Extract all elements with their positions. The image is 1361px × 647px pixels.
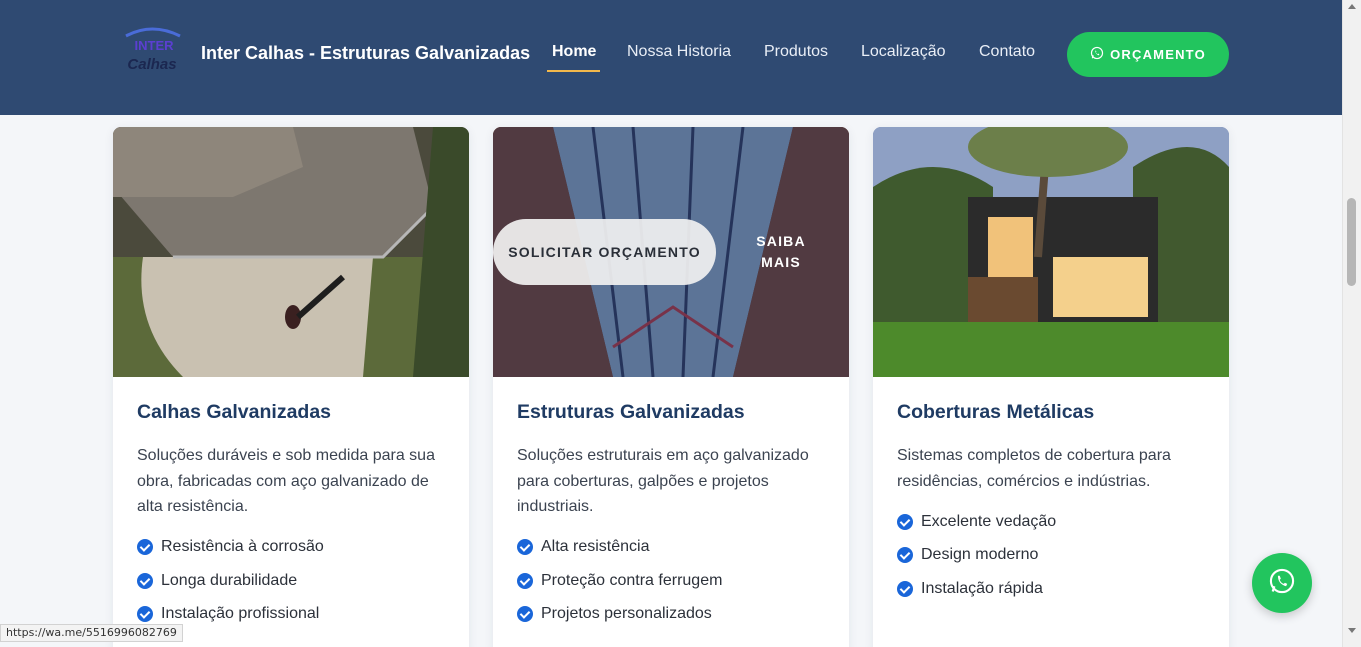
check-icon — [517, 606, 533, 623]
feature-list: Excelente vedação Design moderno Instala… — [897, 505, 1207, 606]
feature-item: Excelente vedação — [897, 505, 1207, 539]
feature-item: Design moderno — [897, 539, 1207, 573]
feature-item: Proteção contra ferrugem — [517, 564, 827, 598]
coberturas-image — [873, 127, 1229, 377]
card-title: Coberturas Metálicas — [897, 401, 1095, 423]
orcamento-label: ORÇAMENTO — [1110, 47, 1206, 62]
check-icon — [137, 606, 153, 623]
feature-list: Resistência à corrosão Longa durabilidad… — [137, 531, 447, 632]
nav-active-indicator — [547, 70, 600, 72]
page: INTER Calhas Inter Calhas - Estruturas G… — [0, 0, 1342, 647]
check-icon — [897, 513, 913, 530]
whatsapp-float-button[interactable] — [1252, 553, 1312, 613]
card-description: Soluções estruturais em aço galvanizado … — [517, 447, 809, 515]
card-description: Soluções duráveis e sob medida para sua … — [137, 447, 435, 515]
page-scrollbar[interactable] — [1342, 0, 1361, 647]
card-title: Estruturas Galvanizadas — [517, 401, 745, 423]
feature-text: Excelente vedação — [921, 512, 1057, 530]
feature-item: Instalação rápida — [897, 572, 1207, 606]
whatsapp-icon — [1090, 46, 1104, 63]
solicitar-orcamento-button[interactable]: SOLICITAR ORÇAMENTO — [493, 219, 716, 285]
feature-text: Resistência à corrosão — [161, 538, 324, 556]
product-card-estruturas: SOLICITAR ORÇAMENTO SAIBA MAIS Estrutura… — [493, 127, 849, 647]
check-icon — [137, 539, 153, 556]
brand-name[interactable]: Inter Calhas - Estruturas Galvanizadas — [201, 43, 530, 64]
logo-text-bottom: Calhas — [127, 56, 176, 73]
scroll-down-arrow-icon[interactable] — [1348, 628, 1356, 633]
feature-text: Design moderno — [921, 546, 1039, 564]
feature-item: Longa durabilidade — [137, 564, 447, 598]
feature-text: Proteção contra ferrugem — [541, 571, 723, 589]
whatsapp-icon — [1268, 567, 1296, 600]
nav-nossa-historia[interactable]: Nossa Historia — [627, 43, 731, 61]
orcamento-button[interactable]: ORÇAMENTO — [1067, 32, 1229, 77]
feature-item: Alta resistência — [517, 531, 827, 565]
feature-text: Alta resistência — [541, 538, 650, 556]
status-bar-url: https://wa.me/5516996082769 — [0, 624, 183, 642]
feature-item: Instalação profissional — [137, 598, 447, 632]
logo[interactable]: INTER Calhas — [122, 26, 186, 76]
check-icon — [517, 539, 533, 556]
feature-item: Resistência à corrosão — [137, 531, 447, 565]
nav-produtos[interactable]: Produtos — [764, 43, 828, 61]
card-title: Calhas Galvanizadas — [137, 401, 332, 423]
nav-localizacao[interactable]: Localização — [861, 43, 946, 61]
feature-text: Longa durabilidade — [161, 571, 298, 589]
feature-item: Projetos personalizados — [517, 598, 827, 632]
logo-text-top: INTER — [135, 38, 175, 53]
nav-contato[interactable]: Contato — [979, 43, 1035, 61]
check-icon — [897, 580, 913, 597]
feature-text: Projetos personalizados — [541, 605, 712, 623]
nav-home[interactable]: Home — [552, 43, 596, 61]
site-header: INTER Calhas Inter Calhas - Estruturas G… — [0, 0, 1342, 115]
scroll-up-arrow-icon[interactable] — [1348, 4, 1356, 9]
feature-list: Alta resistência Proteção contra ferruge… — [517, 531, 827, 632]
check-icon — [517, 572, 533, 589]
check-icon — [897, 547, 913, 564]
check-icon — [137, 572, 153, 589]
estruturas-image: SOLICITAR ORÇAMENTO SAIBA MAIS — [493, 127, 849, 377]
card-description: Sistemas completos de cobertura para res… — [897, 447, 1171, 490]
product-card-calhas: Calhas Galvanizadas Soluções duráveis e … — [113, 127, 469, 647]
feature-text: Instalação profissional — [161, 605, 320, 623]
saiba-mais-button[interactable]: SAIBA MAIS — [736, 219, 826, 285]
scrollbar-thumb[interactable] — [1347, 198, 1356, 286]
calhas-image — [113, 127, 469, 377]
feature-text: Instalação rápida — [921, 579, 1043, 597]
product-card-coberturas: Coberturas Metálicas Sistemas completos … — [873, 127, 1229, 647]
